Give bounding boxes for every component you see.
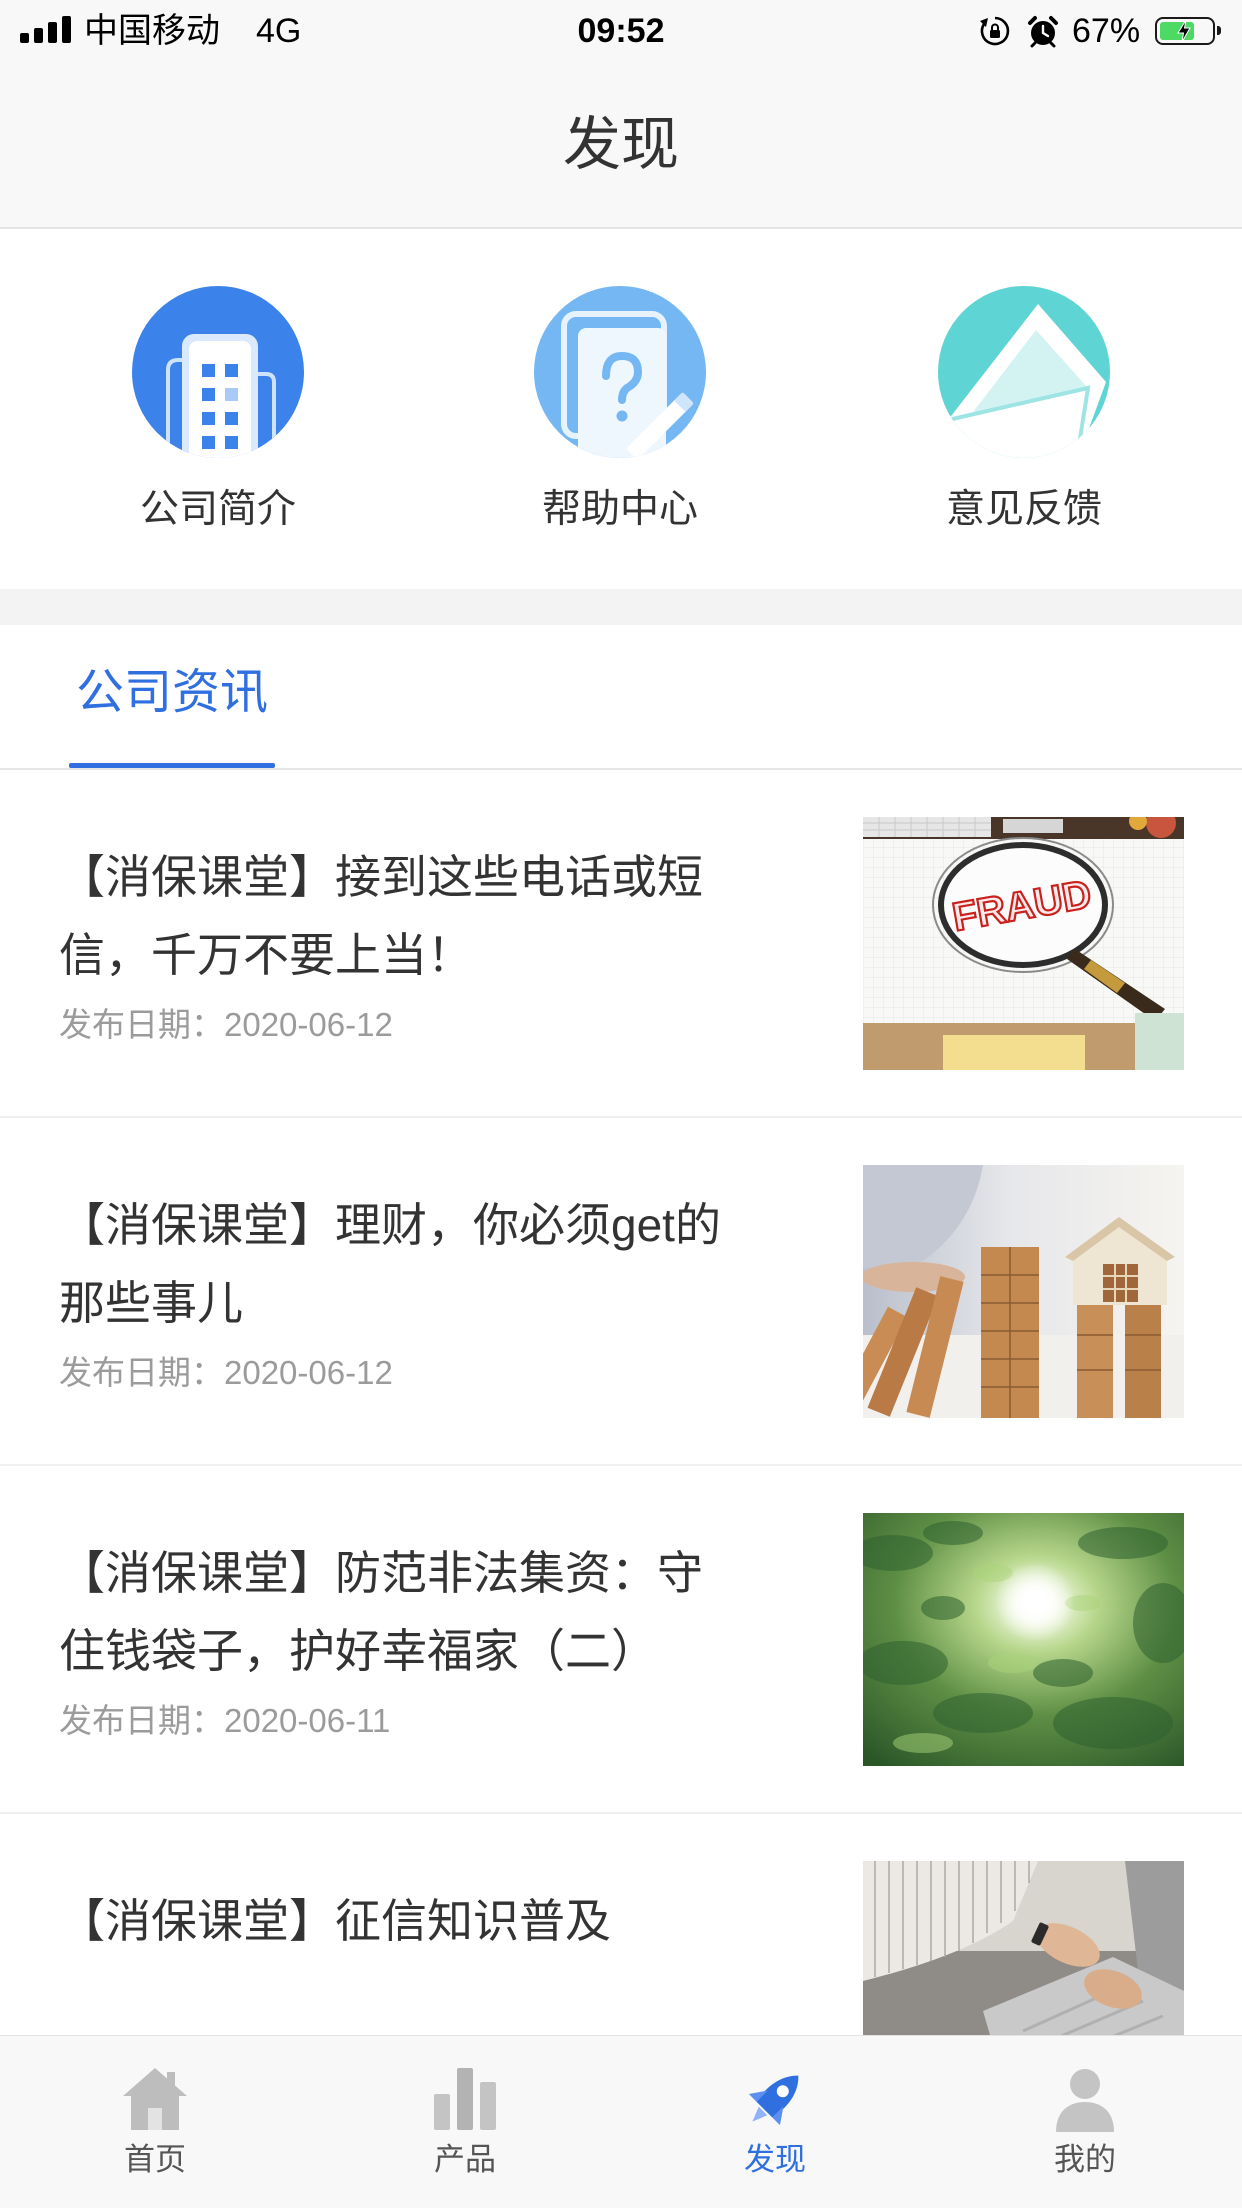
battery-charging-icon <box>1155 17 1221 45</box>
charging-bolt-icon <box>1177 20 1191 42</box>
quick-link-help-center[interactable]: 帮助中心 <box>470 229 770 589</box>
news-title-line: 住钱袋子，护好幸福家（二） <box>59 1625 657 1677</box>
nav-bar: 发现 <box>0 62 1242 229</box>
tabbar-label: 发现 <box>744 2142 806 2177</box>
quick-link-label: 帮助中心 <box>541 488 698 531</box>
home-icon <box>123 2068 187 2130</box>
network-type: 4G <box>256 12 302 50</box>
tabbar-label: 首页 <box>124 2142 186 2177</box>
rocket-icon <box>748 2075 799 2126</box>
battery-percentage: 67% <box>1072 12 1141 50</box>
battery-cap <box>1217 26 1221 35</box>
news-title-line: 【消保课堂】防范非法集资：守 <box>59 1547 703 1599</box>
status-time: 09:52 <box>577 12 665 50</box>
news-date: 发布日期：2020-06-12 <box>59 1354 393 1391</box>
news-title: 【消保课堂】征信知识普及 <box>59 1882 839 1960</box>
quick-link-label: 意见反馈 <box>945 488 1102 531</box>
news-title-line: 【消保课堂】接到这些电话或短 <box>59 851 703 903</box>
rotation-lock-icon <box>980 16 1010 46</box>
news-tab-strip: 公司资讯 <box>0 625 1242 770</box>
section-divider <box>0 589 1242 625</box>
tabbar-item-mine[interactable]: 我的 <box>930 2036 1240 2208</box>
building-icon <box>132 286 304 458</box>
user-icon <box>1056 2069 1114 2132</box>
news-thumbnail <box>863 1165 1184 1418</box>
news-title: 【消保课堂】接到这些电话或短 信，千万不要上当！ <box>59 838 839 994</box>
news-title: 【消保课堂】防范非法集资：守 住钱袋子，护好幸福家（二） <box>59 1534 839 1690</box>
news-title: 【消保课堂】理财，你必须get的 那些事儿 <box>59 1186 839 1342</box>
page-title: 发现 <box>562 111 679 177</box>
quick-link-feedback[interactable]: 意见反馈 <box>874 229 1174 589</box>
tabbar-label: 我的 <box>1054 2142 1116 2177</box>
news-thumbnail: FRAUD <box>863 817 1184 1070</box>
news-item[interactable]: 【消保课堂】理财，你必须get的 那些事儿 发布日期：2020-06-12 <box>0 1118 1242 1466</box>
quick-link-label: 公司简介 <box>139 488 296 531</box>
tabbar-item-home[interactable]: 首页 <box>0 2036 310 2208</box>
tab-label: 公司资讯 <box>75 666 268 719</box>
news-date: 发布日期：2020-06-12 <box>59 1006 393 1043</box>
quick-links: 公司简介 帮助中心 意见反馈 <box>0 229 1242 589</box>
carrier-name: 中国移动 <box>84 12 220 50</box>
envelope-icon <box>938 286 1110 458</box>
news-item[interactable]: 【消保课堂】接到这些电话或短 信，千万不要上当！ 发布日期：2020-06-12… <box>0 770 1242 1118</box>
help-document-icon <box>534 286 706 458</box>
quick-link-company-intro[interactable]: 公司简介 <box>68 229 368 589</box>
tabbar-item-products[interactable]: 产品 <box>310 2036 620 2208</box>
news-title-line: 【消保课堂】理财，你必须get的 <box>59 1199 721 1251</box>
news-thumbnail <box>863 1513 1184 1766</box>
status-bar: 中国移动 4G 09:52 67% <box>0 0 1242 62</box>
news-date: 发布日期：2020-06-11 <box>59 1702 391 1739</box>
news-item[interactable]: 【消保课堂】防范非法集资：守 住钱袋子，护好幸福家（二） 发布日期：2020-0… <box>0 1466 1242 1814</box>
news-title-line: 信，千万不要上当！ <box>59 929 473 981</box>
bottom-tab-bar: 首页 产品 发现 我的 <box>0 2035 1242 2208</box>
news-title-line: 【消保课堂】征信知识普及 <box>59 1895 611 1947</box>
tabbar-item-discover[interactable]: 发现 <box>620 2036 930 2208</box>
bar-chart-icon <box>434 2068 496 2130</box>
signal-strength-icon <box>20 16 72 43</box>
news-title-line: 那些事儿 <box>59 1277 243 1329</box>
alarm-icon <box>1028 16 1058 48</box>
tab-company-news[interactable]: 公司资讯 <box>69 625 275 768</box>
tabbar-label: 产品 <box>434 2142 496 2177</box>
active-tab-indicator <box>69 763 275 768</box>
